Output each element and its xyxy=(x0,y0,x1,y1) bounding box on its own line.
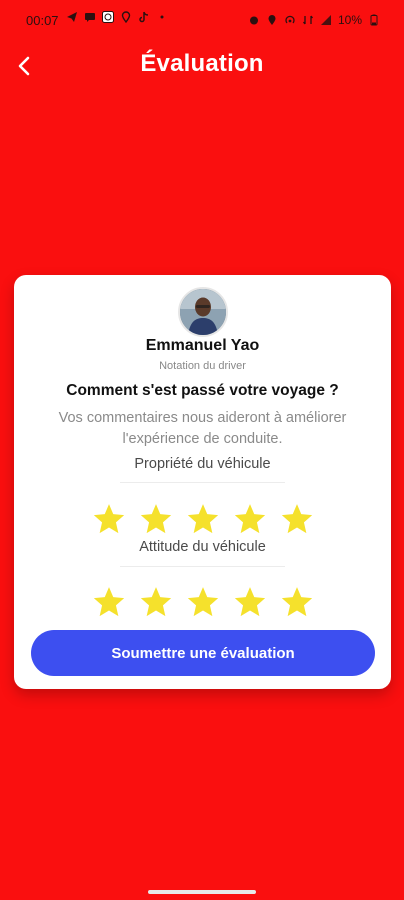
battery-percent: 10% xyxy=(337,13,362,27)
feedback-description: Vos commentaires nous aideront à amélior… xyxy=(24,408,381,450)
data-icon xyxy=(302,15,313,25)
driver-photo xyxy=(180,289,226,335)
location-icon xyxy=(121,11,131,23)
location-status-icon xyxy=(268,15,276,25)
trip-question: Comment s'est passé votre voyage ? xyxy=(66,382,339,399)
star-icon[interactable] xyxy=(233,502,267,536)
tiktok-icon xyxy=(139,11,149,23)
status-right: 10% xyxy=(248,13,380,27)
star-icon[interactable] xyxy=(92,585,126,619)
star-rating-vehicle-attitude xyxy=(14,585,391,619)
signal-icon xyxy=(320,15,331,25)
rating-card: Emmanuel Yao Notation du driver Comment … xyxy=(14,275,391,689)
status-time: 00:07 xyxy=(26,13,59,28)
feedback-description-line1: Vos commentaires nous aideront à amélior… xyxy=(58,410,347,426)
battery-icon xyxy=(370,14,378,26)
app-header: Évaluation xyxy=(0,40,404,92)
star-rating-vehicle-cleanliness xyxy=(14,502,391,536)
message-icon xyxy=(85,13,95,22)
star-icon[interactable] xyxy=(92,502,126,536)
rating-label-vehicle-attitude: Attitude du véhicule xyxy=(139,539,266,555)
star-icon[interactable] xyxy=(139,502,173,536)
star-icon[interactable] xyxy=(139,585,173,619)
feedback-description-line2: l'expérience de conduite. xyxy=(122,431,283,447)
dot-icon xyxy=(160,15,164,19)
page-title: Évaluation xyxy=(140,50,264,77)
star-icon[interactable] xyxy=(280,585,314,619)
home-indicator xyxy=(148,890,256,894)
rating-label-vehicle-cleanliness: Propriété du véhicule xyxy=(134,456,271,472)
status-bar: 00:07 10% xyxy=(0,0,404,40)
driver-subtitle: Notation du driver xyxy=(159,360,246,372)
avatar xyxy=(178,287,228,337)
hotspot-icon xyxy=(285,15,295,24)
notification-icons xyxy=(66,11,168,23)
submit-rating-button[interactable]: Soumettre une évaluation xyxy=(31,630,375,676)
whatsapp-icon xyxy=(102,11,114,23)
divider xyxy=(120,566,285,567)
star-icon[interactable] xyxy=(233,585,267,619)
driver-name: Emmanuel Yao xyxy=(145,337,260,354)
telegram-icon xyxy=(67,12,77,22)
divider xyxy=(120,482,285,483)
star-icon[interactable] xyxy=(280,502,314,536)
alarm-icon xyxy=(249,16,258,25)
star-icon[interactable] xyxy=(186,585,220,619)
star-icon[interactable] xyxy=(186,502,220,536)
